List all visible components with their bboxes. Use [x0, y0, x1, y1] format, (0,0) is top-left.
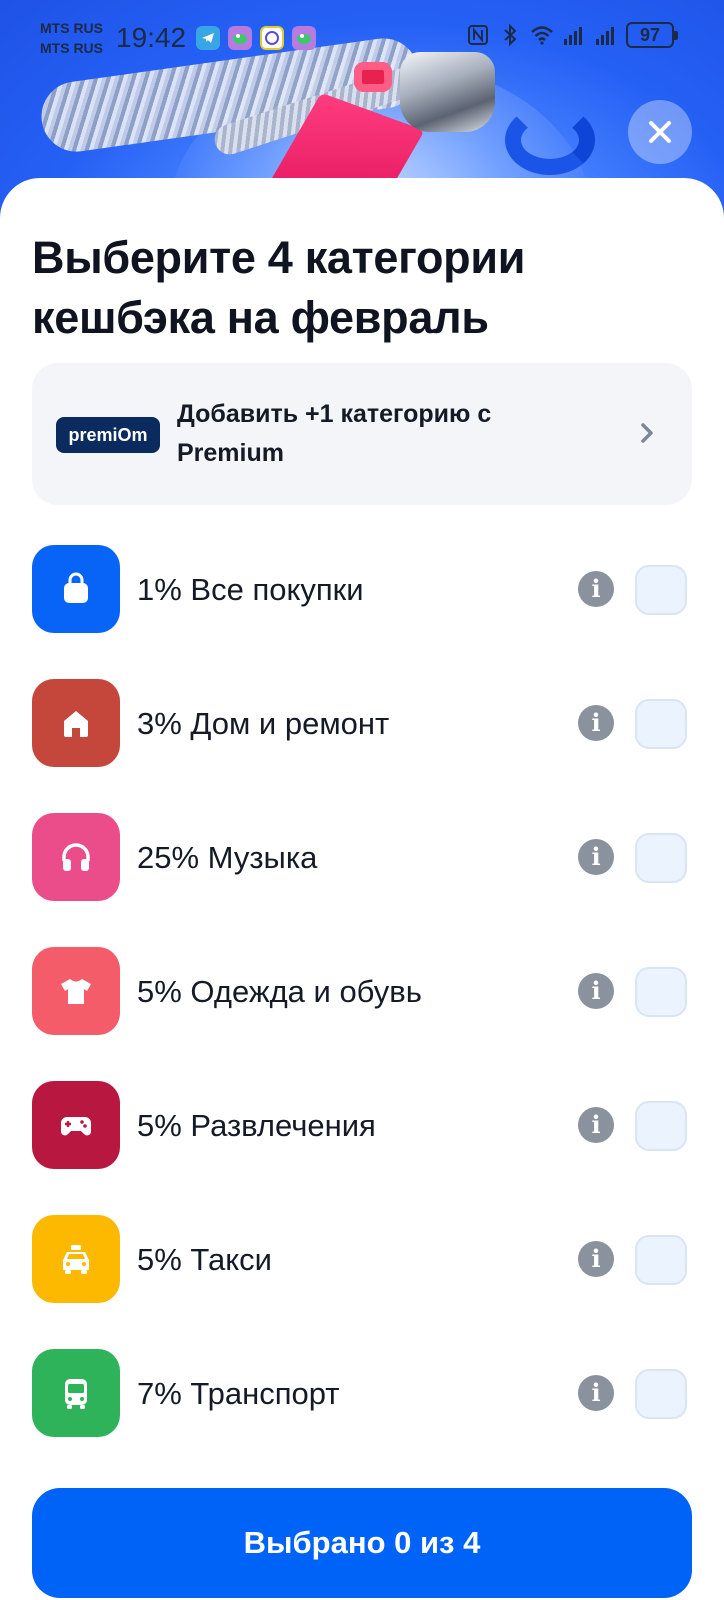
carrier-2: MTS RUS [40, 40, 103, 56]
category-row-home-repair[interactable]: 3% Дом и ремонт i [0, 679, 724, 769]
category-icon-tile [32, 545, 120, 633]
category-row-music[interactable]: 25% Музыка i [0, 813, 724, 903]
clock: 19:42 [116, 22, 187, 53]
headphones-icon [62, 843, 90, 871]
category-checkbox[interactable] [635, 565, 687, 615]
info-icon[interactable]: i [578, 571, 614, 607]
category-icon-tile [32, 1081, 120, 1169]
notification-icons [196, 26, 316, 50]
close-icon [649, 121, 671, 143]
cashback-sheet: Выберите 4 категории кешбэка на февраль … [0, 178, 724, 1600]
premium-logo: premiOm [56, 417, 160, 453]
info-icon[interactable]: i [578, 839, 614, 875]
wifi-icon [531, 26, 553, 45]
tshirt-icon [61, 979, 91, 1004]
close-button[interactable] [628, 100, 692, 164]
category-label: 5% Развлечения [137, 1108, 376, 1143]
category-checkbox[interactable] [635, 967, 687, 1017]
category-checkbox[interactable] [635, 1101, 687, 1151]
bus-icon [65, 1379, 87, 1409]
category-label: 5% Такси [137, 1242, 272, 1277]
yandex-coin-icon [260, 26, 284, 50]
info-icon[interactable]: i [578, 1241, 614, 1277]
info-icon[interactable]: i [578, 973, 614, 1009]
status-bar: MTS RUS MTS RUS 19:42 97 [0, 0, 724, 80]
taxi-icon [63, 1245, 89, 1274]
signal-icon [564, 27, 582, 45]
category-checkbox[interactable] [635, 833, 687, 883]
bluetooth-icon [504, 23, 517, 47]
category-icon-tile [32, 1349, 120, 1437]
category-label: 3% Дом и ремонт [137, 706, 390, 741]
signal-icon [596, 27, 614, 45]
premium-upsell-card[interactable]: premiOm Добавить +1 категорию с Premium [32, 363, 692, 505]
croc-app-icon [228, 26, 252, 50]
system-status-icons: 97 [466, 22, 678, 48]
battery-indicator: 97 [626, 22, 678, 48]
info-icon[interactable]: i [578, 1107, 614, 1143]
carrier-1: MTS RUS [40, 20, 103, 36]
page-title: Выберите 4 категории кешбэка на февраль [32, 232, 526, 343]
chevron-right-icon [632, 418, 662, 448]
gamepad-icon [61, 1117, 91, 1136]
info-icon[interactable]: i [578, 1375, 614, 1411]
category-icon-tile [32, 679, 120, 767]
selected-count-button[interactable]: Выбрано 0 из 4 [32, 1488, 692, 1598]
category-icon-tile [32, 947, 120, 1035]
category-row-taxi[interactable]: 5% Такси i [0, 1215, 724, 1305]
carrier-info: MTS RUS MTS RUS [40, 18, 103, 58]
category-row-all-purchases[interactable]: 1% Все покупки i [0, 545, 724, 635]
category-checkbox[interactable] [635, 1369, 687, 1419]
category-row-transport[interactable]: 7% Транспорт i [0, 1349, 724, 1439]
category-label: 1% Все покупки [137, 572, 364, 607]
category-icon-tile [32, 813, 120, 901]
category-checkbox[interactable] [635, 1235, 687, 1285]
croc-app-icon [292, 26, 316, 50]
blue-curl-decoration [505, 105, 595, 175]
category-row-entertainment[interactable]: 5% Развлечения i [0, 1081, 724, 1171]
shopping-bag-icon [64, 572, 88, 603]
home-icon [64, 711, 88, 737]
category-icon-tile [32, 1215, 120, 1303]
telegram-icon [196, 26, 220, 50]
category-label: 5% Одежда и обувь [137, 974, 422, 1009]
category-checkbox[interactable] [635, 699, 687, 749]
nfc-icon [468, 25, 488, 45]
category-label: 25% Музыка [137, 840, 318, 875]
category-label: 7% Транспорт [137, 1376, 340, 1411]
info-icon[interactable]: i [578, 705, 614, 741]
category-row-clothes[interactable]: 5% Одежда и обувь i [0, 947, 724, 1037]
premium-upsell-text: Добавить +1 категорию с Premium [177, 400, 492, 467]
